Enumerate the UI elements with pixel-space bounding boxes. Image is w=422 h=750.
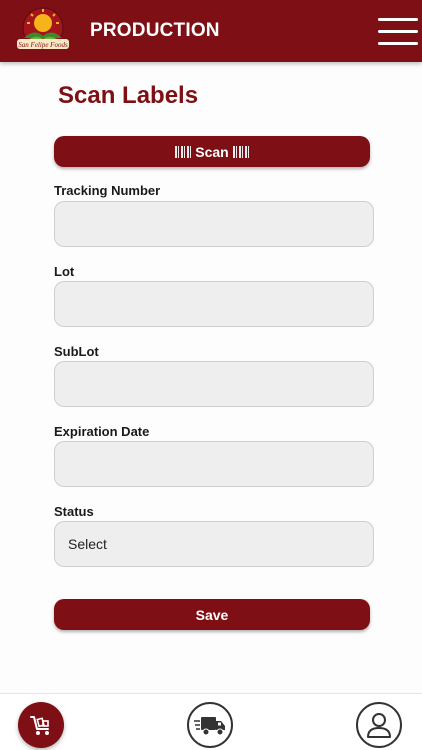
sublot-label: SubLot (54, 344, 99, 359)
bottom-nav (0, 693, 422, 750)
nav-delivery-button[interactable] (187, 702, 233, 748)
page-title: Scan Labels (58, 82, 199, 109)
tracking-number-label: Tracking Number (54, 183, 161, 198)
nav-cart-button[interactable] (18, 702, 64, 748)
save-button[interactable]: Save (54, 599, 370, 630)
hamburger-menu-icon[interactable] (378, 15, 418, 49)
sublot-input[interactable] (54, 361, 374, 407)
header-title: PRODUCTION (90, 20, 220, 41)
save-button-label: Save (195, 606, 229, 623)
scan-button[interactable]: Scan (54, 136, 370, 167)
cart-icon (30, 716, 49, 735)
delivery-truck-icon (194, 717, 225, 736)
brand-logo-text: San Felipe Foods (18, 41, 68, 49)
expiration-date-label: Expiration Date (54, 424, 150, 439)
app-screen: San Felipe Foods PRODUCTION Scan Labels … (0, 0, 422, 750)
lot-input[interactable] (54, 281, 374, 327)
expiration-date-input[interactable] (54, 441, 374, 487)
user-icon (367, 713, 391, 738)
status-selected-value: Select (68, 536, 107, 552)
barcode-icon (232, 145, 249, 158)
status-select[interactable]: Select (54, 521, 374, 567)
header-bar: San Felipe Foods PRODUCTION (0, 0, 422, 62)
status-label: Status (54, 504, 94, 519)
barcode-icon (175, 145, 192, 158)
tracking-number-input[interactable] (54, 201, 374, 247)
scan-button-label: Scan (195, 143, 229, 160)
lot-label: Lot (54, 264, 75, 279)
nav-profile-button[interactable] (356, 702, 402, 748)
brand-logo: San Felipe Foods (17, 7, 69, 49)
